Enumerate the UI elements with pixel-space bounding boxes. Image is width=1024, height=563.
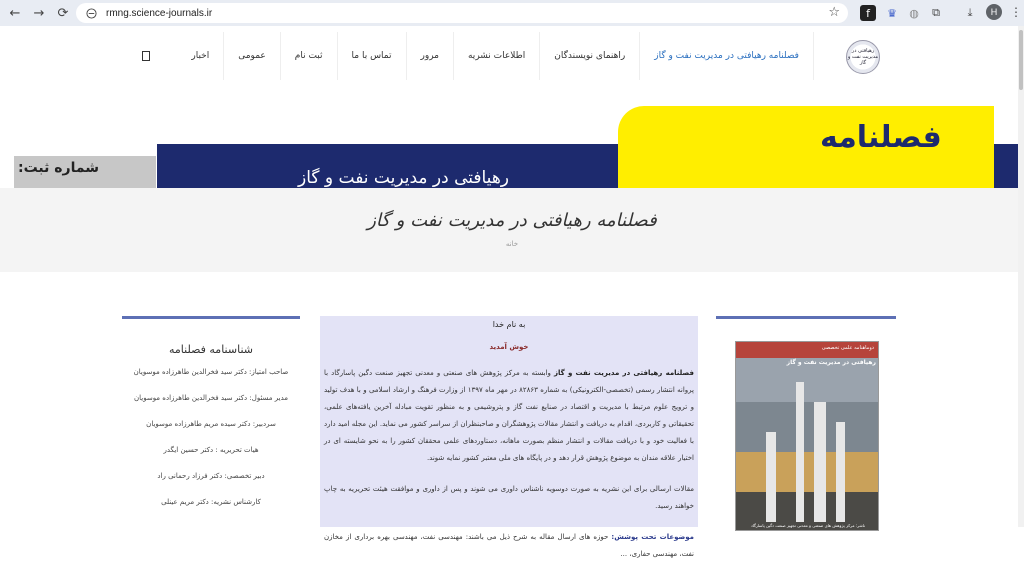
identity-row: دبیر تخصصی: دکتر فرزاد رحمانی راد bbox=[157, 472, 265, 480]
identity-heading: شناسنامه فصلنامه bbox=[169, 343, 253, 356]
scrollbar-thumb[interactable] bbox=[1019, 30, 1023, 90]
journal-logo[interactable]: رهیافتی در مدیریت نفت و گاز bbox=[846, 40, 880, 74]
journal-cover-panel: دوماهنامه علمی تخصصی رهیافتی در مدیریت ن… bbox=[716, 316, 896, 531]
cover-tower-shape bbox=[796, 382, 804, 522]
intro-panel: به نام خدا خوش آمدید فصلنامه رهیافتی در … bbox=[320, 316, 698, 558]
topics-label: موضوعات تحت پوشش: bbox=[611, 533, 694, 541]
cover-title: رهیافتی در مدیریت نفت و گاز bbox=[786, 359, 876, 366]
page-scrollbar[interactable] bbox=[1018, 26, 1024, 527]
reload-icon[interactable]: ⟳ bbox=[54, 4, 72, 22]
forward-icon[interactable]: → bbox=[30, 4, 48, 22]
menu-item-contact[interactable]: تماس با ما bbox=[338, 32, 407, 80]
cover-footer: ناشر: مرکز پژوهش های صنعتی و معدنی تجهیز… bbox=[750, 523, 866, 528]
page-title: فصلنامه رهیافتی در مدیریت نفت و گاز bbox=[367, 210, 657, 231]
intro-paragraph-text: وابسته به مرکز پژوهش های صنعتی و معدنی ت… bbox=[324, 369, 694, 462]
cover-tower-shape bbox=[766, 432, 776, 522]
extension-icon[interactable]: ♛ bbox=[884, 5, 900, 21]
banner-subtitle: رهیافتی در مدیریت نفت و گاز bbox=[298, 168, 509, 188]
bismillah-text: به نام خدا bbox=[492, 320, 526, 329]
menu-item-news[interactable]: اخبار bbox=[177, 32, 225, 80]
menu-item-register[interactable]: ثبت نام bbox=[281, 32, 338, 80]
browser-menu-icon[interactable]: ⋮ bbox=[1010, 5, 1022, 19]
menu-item-home[interactable]: فصلنامه رهیافتی در مدیریت نفت و گاز bbox=[640, 32, 814, 80]
logo-text: رهیافتی در مدیریت نفت و گاز bbox=[847, 48, 879, 66]
url-text: rmng.science-journals.ir bbox=[106, 7, 213, 19]
banner-title: فصلنامه bbox=[820, 120, 942, 155]
review-paragraph: مقالات ارسالی برای این نشریه به صورت دوس… bbox=[324, 485, 694, 510]
menu-item-browse[interactable]: مرور bbox=[407, 32, 454, 80]
menu-item-author-guide[interactable]: راهنمای نویسندگان bbox=[540, 32, 641, 80]
bookmark-star-icon[interactable]: ☆ bbox=[828, 5, 840, 20]
address-bar[interactable]: rmng.science-journals.ir ☆ bbox=[76, 3, 848, 23]
menu-item-general[interactable]: عمومی bbox=[224, 32, 281, 80]
identity-row: صاحب امتیاز: دکتر سید فخرالدین طاهرزاده … bbox=[133, 368, 289, 376]
journal-identity-panel: شناسنامه فصلنامه صاحب امتیاز: دکتر سید ف… bbox=[122, 316, 300, 527]
intro-journal-name: فصلنامه رهیافتی در مدیریت نفت و گاز bbox=[553, 369, 694, 377]
identity-row: هیات تحریریه : دکتر حسین ایگدر bbox=[163, 446, 259, 454]
page-title-strip: فصلنامه رهیافتی در مدیریت نفت و گاز خانه bbox=[0, 188, 1024, 272]
menu-toggle-icon[interactable] bbox=[142, 51, 150, 61]
back-icon[interactable]: ← bbox=[6, 4, 24, 22]
breadcrumb[interactable]: خانه bbox=[0, 240, 1024, 248]
cover-tower-shape bbox=[836, 422, 845, 522]
cover-top-line: دوماهنامه علمی تخصصی bbox=[821, 345, 874, 351]
identity-row: مدیر مسئول: دکتر سید فخرالدین طاهرزاده م… bbox=[133, 394, 289, 402]
identity-row: کارشناس نشریه: دکتر مریم عینلی bbox=[161, 498, 261, 506]
cover-tower-shape bbox=[814, 402, 826, 522]
welcome-text: خوش آمدید bbox=[489, 343, 529, 351]
browser-toolbar: ← → ⟳ rmng.science-journals.ir ☆ f ♛ ◍ ⧉… bbox=[0, 0, 1024, 26]
site-info-icon[interactable] bbox=[84, 6, 98, 20]
banner-registration: شماره ثبت: bbox=[18, 160, 99, 176]
extension-icon[interactable]: f bbox=[860, 5, 876, 21]
profile-avatar[interactable]: H bbox=[986, 4, 1002, 20]
topics-paragraph: موضوعات تحت پوشش: حوزه های ارسال مقاله ب… bbox=[324, 529, 694, 563]
journal-banner: فصلنامه رهیافتی در مدیریت نفت و گاز شمار… bbox=[0, 90, 1024, 190]
menu-item-journal-info[interactable]: اطلاعات نشریه bbox=[454, 32, 541, 80]
journal-cover-image[interactable]: دوماهنامه علمی تخصصی رهیافتی در مدیریت ن… bbox=[735, 341, 879, 531]
globe-icon[interactable]: ◍ bbox=[906, 5, 922, 21]
download-icon[interactable]: ⤓ bbox=[962, 5, 978, 21]
extensions-puzzle-icon[interactable]: ⧉ bbox=[928, 5, 944, 21]
identity-row: سردبیر: دکتر سیده مریم طاهرزاده موسویان bbox=[146, 420, 276, 428]
intro-paragraph: فصلنامه رهیافتی در مدیریت نفت و گاز وابس… bbox=[324, 365, 694, 467]
main-menu: فصلنامه رهیافتی در مدیریت نفت و گاز راهن… bbox=[177, 32, 814, 80]
